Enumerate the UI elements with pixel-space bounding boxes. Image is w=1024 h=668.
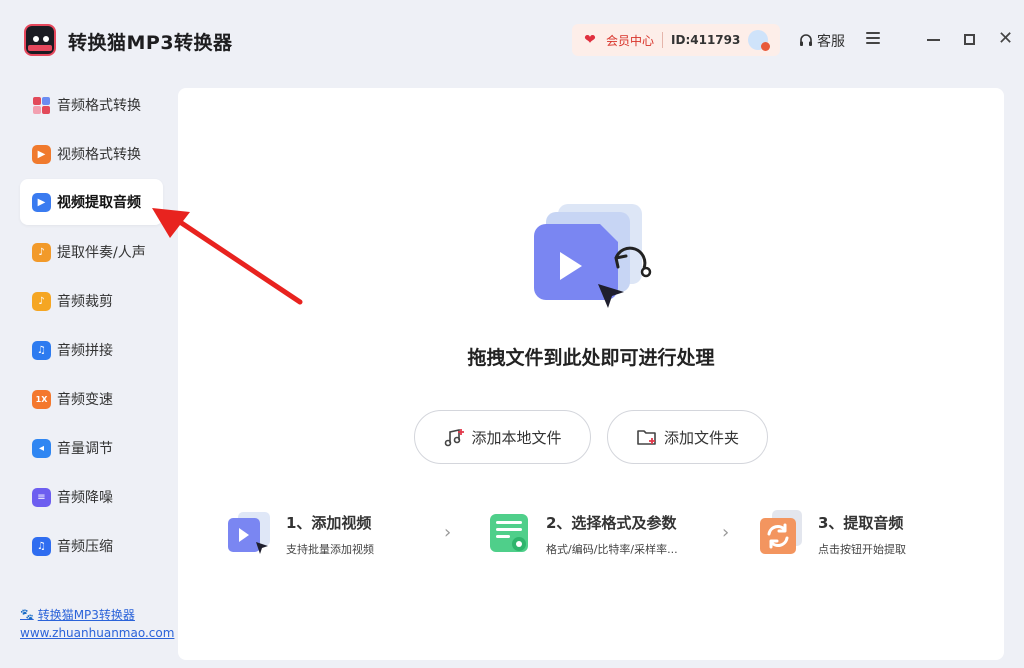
audio-speed-icon: 1X [32, 389, 51, 409]
sidebar-item-vocal-extract[interactable]: ♪ 提取伴奏/人声 [20, 229, 163, 275]
audio-cut-icon: ♪ [32, 291, 51, 311]
step-extract-audio: 3、提取音频 点击按钮开始提取 [758, 508, 958, 568]
audio-join-icon: ♫ [32, 340, 51, 360]
sidebar-item-label: 音频降噪 [57, 490, 113, 506]
sidebar-item-label: 音量调节 [57, 441, 113, 457]
add-video-step-icon [228, 512, 270, 554]
sidebar-item-audio-cut[interactable]: ♪ 音频裁剪 [20, 278, 163, 324]
app-logo-icon [24, 24, 56, 56]
user-id: ID:411793 [671, 33, 741, 47]
music-file-add-icon [445, 429, 465, 447]
headset-icon [800, 34, 812, 46]
maximize-icon[interactable] [964, 34, 975, 45]
sidebar-item-denoise[interactable]: ≡ 音频降噪 [20, 474, 163, 520]
extract-audio-step-icon [760, 510, 802, 554]
sidebar-item-label: 视频提取音频 [57, 195, 141, 211]
sidebar-item-label: 音频拼接 [57, 343, 113, 359]
sidebar-item-volume[interactable]: ◂ 音量调节 [20, 425, 163, 471]
sidebar-item-label: 音频变速 [57, 392, 113, 408]
add-folder-label: 添加文件夹 [663, 428, 739, 447]
title-bar: 转换猫MP3转换器 ❤ 会员中心 ID:411793 客服 ✕ [0, 0, 1024, 82]
sidebar-item-audio-compress[interactable]: ♫ 音频压缩 [20, 523, 163, 569]
step-select-format: 2、选择格式及参数 格式/编码/比特率/采样率... [486, 508, 716, 568]
folder-add-icon [637, 430, 656, 445]
step-desc: 支持批量添加视频 [286, 543, 374, 556]
close-icon[interactable]: ✕ [998, 29, 1013, 49]
sidebar-item-label: 视频格式转换 [57, 147, 141, 163]
chevron-right-icon: › [444, 522, 452, 543]
sidebar-item-label: 音频格式转换 [57, 98, 141, 114]
add-local-file-button[interactable]: 添加本地文件 [414, 410, 591, 464]
sidebar-item-video-convert[interactable]: ▶ 视频格式转换 [20, 131, 163, 177]
vocal-extract-icon: ♪ [32, 242, 51, 262]
drop-zone-panel[interactable]: 拖拽文件到此处即可进行处理 添加本地文件 添加文件夹 1、添加视频 支持批量添加… [178, 88, 1004, 660]
video-convert-icon: ▶ [32, 144, 51, 164]
member-center-label[interactable]: 会员中心 [606, 32, 654, 49]
footer-app-link[interactable]: 🐾 转换猫MP3转换器 [20, 606, 135, 623]
chevron-right-icon: › [722, 522, 730, 543]
denoise-icon: ≡ [32, 487, 51, 507]
sidebar-item-label: 音频压缩 [57, 539, 113, 555]
add-local-file-label: 添加本地文件 [471, 428, 562, 447]
menu-icon[interactable] [866, 32, 880, 46]
sidebar: 音频格式转换 ▶ 视频格式转换 ▶ 视频提取音频 ♪ 提取伴奏/人声 ♪ 音频裁… [0, 80, 178, 668]
step-title: 2、选择格式及参数 [546, 514, 677, 532]
step-desc: 格式/编码/比特率/采样率... [546, 543, 678, 556]
sidebar-item-audio-join[interactable]: ♫ 音频拼接 [20, 327, 163, 373]
paw-icon: 🐾 [20, 608, 34, 621]
sidebar-item-label: 音频裁剪 [57, 294, 113, 310]
drop-hint-text: 拖拽文件到此处即可进行处理 [467, 347, 715, 369]
step-add-video: 1、添加视频 支持批量添加视频 [226, 508, 426, 568]
sidebar-item-audio-speed[interactable]: 1X 音频变速 [20, 376, 163, 422]
avatar[interactable] [748, 30, 771, 51]
step-title: 3、提取音频 [818, 514, 904, 532]
sidebar-item-audio-convert[interactable]: 音频格式转换 [20, 82, 163, 128]
format-settings-step-icon [490, 514, 528, 552]
step-desc: 点击按钮开始提取 [818, 543, 906, 556]
volume-icon: ◂ [32, 438, 51, 458]
video-extract-audio-icon: ▶ [32, 192, 51, 212]
diamond-icon: ❤ [584, 32, 596, 48]
sidebar-item-video-extract-audio[interactable]: ▶ 视频提取音频 [20, 179, 163, 225]
minimize-icon[interactable] [927, 39, 940, 41]
footer-app-name[interactable]: 转换猫MP3转换器 [38, 606, 135, 623]
audio-convert-icon [32, 96, 51, 115]
sidebar-item-label: 提取伴奏/人声 [57, 245, 146, 261]
app-title: 转换猫MP3转换器 [68, 32, 233, 54]
footer-website-link[interactable]: www.zhuanhuanmao.com [20, 626, 174, 640]
member-center-pill[interactable]: ❤ 会员中心 ID:411793 [572, 24, 780, 56]
step-title: 1、添加视频 [286, 514, 372, 532]
divider [662, 32, 664, 48]
customer-service-label: 客服 [817, 34, 845, 50]
video-drop-illustration-icon [534, 204, 652, 308]
audio-compress-icon: ♫ [32, 536, 51, 556]
add-folder-button[interactable]: 添加文件夹 [607, 410, 768, 464]
customer-service-button[interactable]: 客服 [798, 31, 845, 51]
